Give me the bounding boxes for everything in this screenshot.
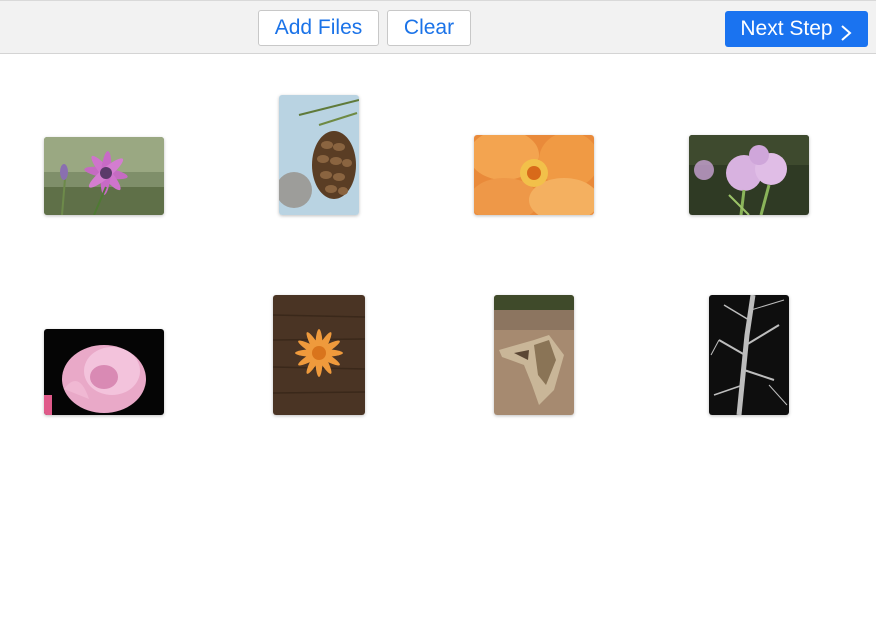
next-step-button[interactable]: Next Step (725, 11, 868, 47)
thumbnail-orange-flower-wood[interactable] (273, 295, 365, 415)
thumbnail-pine-cone[interactable] (279, 95, 359, 215)
thumbnail-driftwood[interactable] (494, 295, 574, 415)
chevron-right-icon (839, 19, 853, 41)
thumbnail-purple-daisy[interactable] (44, 137, 164, 215)
file-thumbnail-grid (0, 54, 876, 623)
thumbnail-bare-tree[interactable] (709, 295, 789, 415)
thumbnail-orange-rose[interactable] (474, 135, 594, 215)
next-step-label: Next Step (740, 17, 833, 40)
thumbnail-pink-thistle[interactable] (689, 135, 809, 215)
thumbnail-pink-rose[interactable] (44, 329, 164, 415)
toolbar: Add Files Clear Next Step (0, 0, 876, 54)
clear-button[interactable]: Clear (387, 10, 471, 46)
add-files-button[interactable]: Add Files (258, 10, 379, 46)
